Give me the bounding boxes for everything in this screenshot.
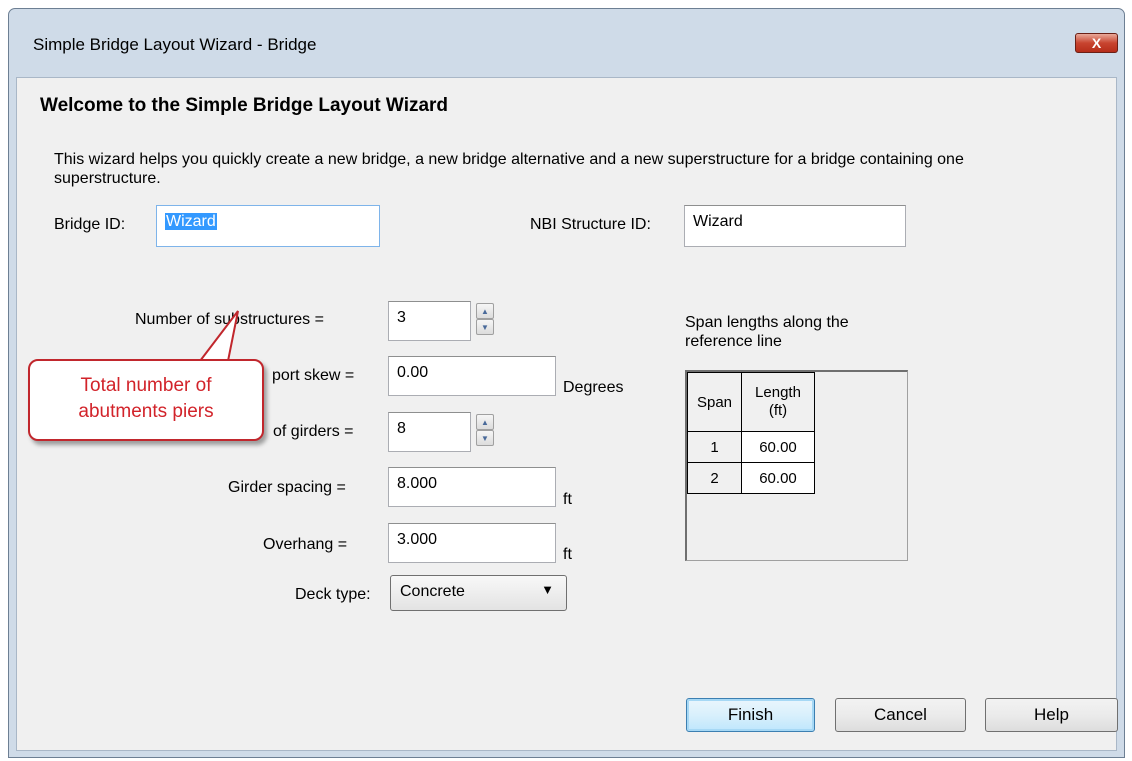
annotation-callout: Total number of abutments piers — [28, 359, 264, 441]
callout-tail — [197, 310, 239, 362]
callout-line-1: Total number of — [80, 375, 212, 396]
callout-line-2: abutments piers — [78, 401, 214, 422]
